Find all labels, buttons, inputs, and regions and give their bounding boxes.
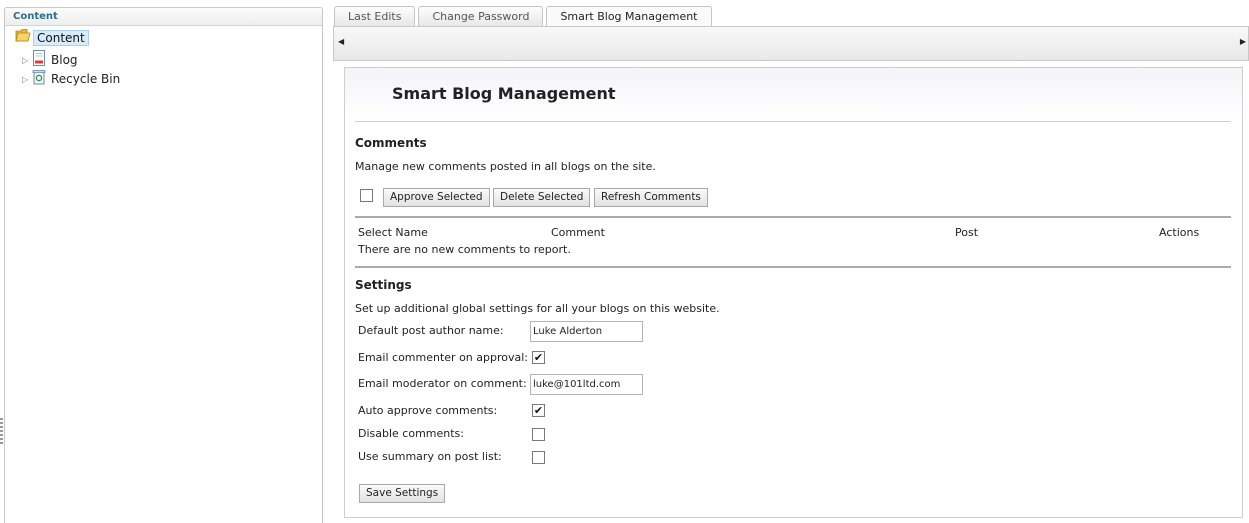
auto-approve-checkbox[interactable]: ✔: [532, 404, 545, 417]
default-author-label: Default post author name:: [358, 324, 504, 337]
blog-document-icon: [32, 50, 46, 70]
tree-node-recycle-bin[interactable]: ▷ Recycle Bin: [22, 70, 120, 88]
expand-arrow-icon[interactable]: ▷: [22, 56, 32, 65]
tab-last-edits[interactable]: Last Edits: [334, 6, 416, 27]
divider: [355, 121, 1231, 122]
column-header-comment: Comment: [551, 226, 605, 239]
tab-strip: Last Edits Change Password Smart Blog Ma…: [334, 6, 715, 28]
tree-panel-header: Content: [5, 8, 322, 26]
divider: [355, 216, 1231, 218]
refresh-comments-button[interactable]: Refresh Comments: [594, 188, 708, 207]
select-all-checkbox[interactable]: [360, 189, 373, 202]
column-header-actions: Actions: [1159, 226, 1200, 239]
tree-node-label: Recycle Bin: [51, 72, 121, 86]
tree-node-content[interactable]: Content: [15, 29, 89, 46]
save-settings-button[interactable]: Save Settings: [359, 484, 446, 503]
expand-arrow-icon[interactable]: ▷: [22, 75, 32, 84]
panel-header: Smart Blog Management: [345, 68, 1242, 121]
email-moderator-label: Email moderator on comment:: [358, 377, 527, 390]
comments-description: Manage new comments posted in all blogs …: [355, 160, 656, 173]
approve-selected-button[interactable]: Approve Selected: [383, 188, 490, 207]
disable-comments-label: Disable comments:: [358, 427, 464, 440]
scroll-right-icon[interactable]: ▶: [1240, 37, 1246, 46]
email-commenter-label: Email commenter on approval:: [358, 351, 528, 364]
column-header-select-name: Select Name: [358, 226, 428, 239]
divider: [355, 266, 1231, 268]
tab-change-password[interactable]: Change Password: [418, 6, 544, 27]
use-summary-label: Use summary on post list:: [358, 450, 502, 463]
email-commenter-checkbox[interactable]: ✔: [532, 351, 545, 364]
folder-icon: [15, 28, 31, 47]
no-comments-message: There are no new comments to report.: [358, 243, 571, 256]
resize-grip[interactable]: [0, 418, 3, 444]
tab-scroll-bar: ◀ ▶: [333, 26, 1249, 61]
scroll-left-icon[interactable]: ◀: [338, 37, 344, 46]
tree-node-label: Blog: [51, 53, 78, 67]
comments-section-title: Comments: [355, 136, 427, 150]
blog-management-panel: Smart Blog Management Comments Manage ne…: [344, 67, 1243, 518]
default-author-input[interactable]: Luke Alderton: [530, 321, 643, 342]
tree-node-blog[interactable]: ▷ Blog: [22, 50, 78, 70]
settings-section-title: Settings: [355, 278, 412, 292]
auto-approve-label: Auto approve comments:: [358, 404, 498, 417]
tree-node-label: Content: [33, 29, 89, 46]
tab-smart-blog-management[interactable]: Smart Blog Management: [546, 6, 712, 28]
page-title: Smart Blog Management: [392, 84, 616, 103]
column-header-post: Post: [955, 226, 979, 239]
content-tree-panel: Content Content ▷ Blog ▷ Recycle Bin: [4, 7, 323, 523]
disable-comments-checkbox[interactable]: [532, 428, 545, 441]
recycle-bin-icon: [32, 69, 46, 89]
use-summary-checkbox[interactable]: [532, 451, 545, 464]
email-moderator-input[interactable]: luke@101ltd.com: [530, 374, 643, 395]
settings-description: Set up additional global settings for al…: [355, 302, 720, 315]
delete-selected-button[interactable]: Delete Selected: [493, 188, 591, 207]
